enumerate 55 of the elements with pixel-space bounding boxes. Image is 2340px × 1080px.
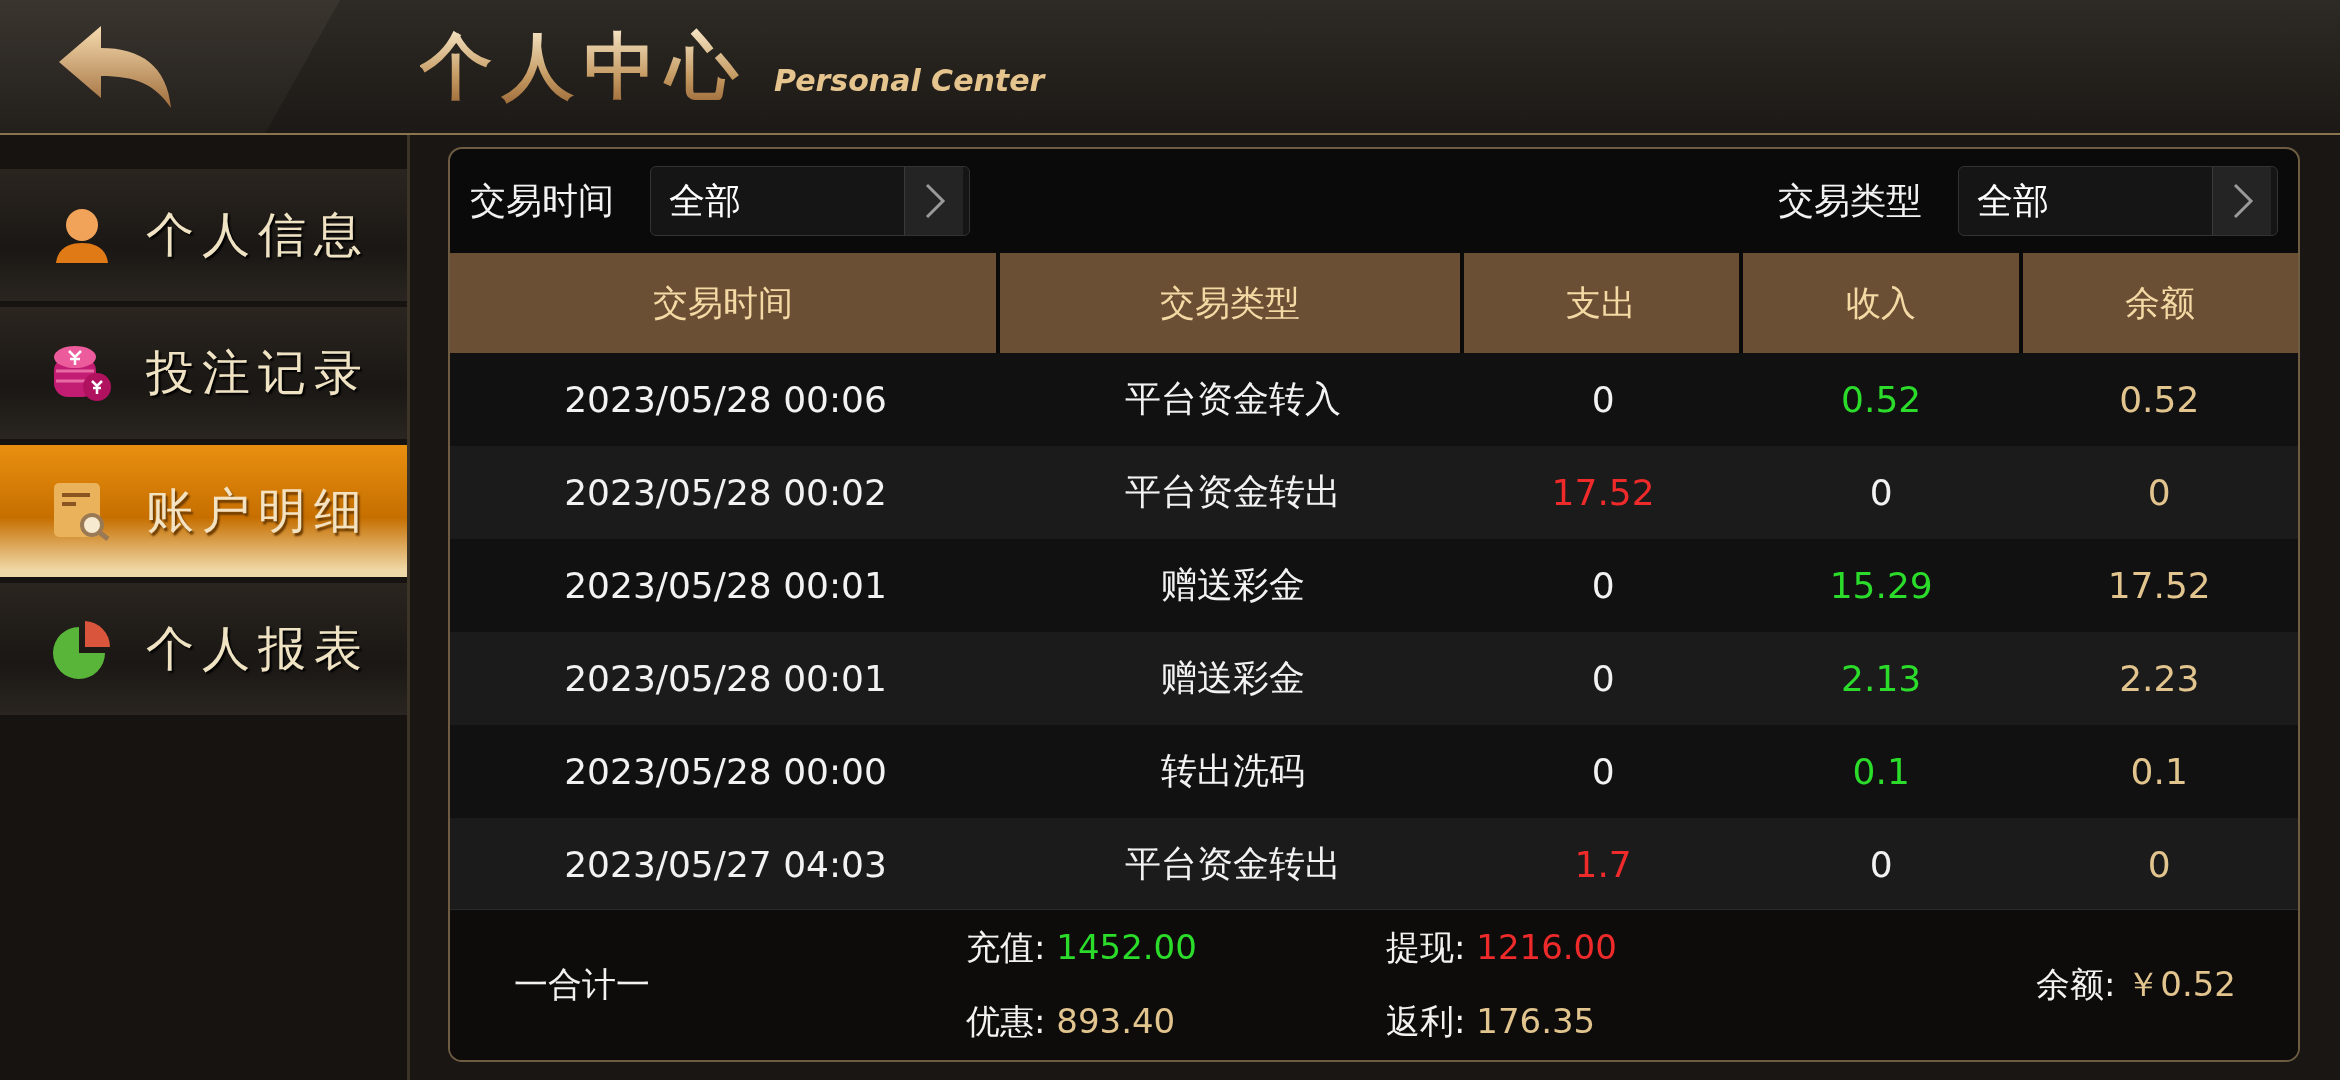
table-cell-text: 2.13 bbox=[1840, 657, 1923, 701]
coins-icon bbox=[52, 343, 112, 403]
table-cell-text: 平台资金转出 bbox=[1123, 470, 1342, 514]
table-cell-text: 2023/05/28 00:06 bbox=[563, 378, 888, 422]
pie-chart-icon bbox=[52, 619, 112, 679]
table-cell-text: 0 bbox=[1590, 750, 1616, 794]
table-cell-text: 17.52 bbox=[2106, 564, 2212, 608]
table-cell-text: 0 bbox=[1590, 378, 1616, 422]
filter-label: 交易时间 bbox=[470, 178, 614, 223]
table-cell-text: 2023/05/28 00:00 bbox=[563, 750, 888, 794]
table-cell-text: 0 bbox=[2146, 471, 2172, 515]
table-cell-text: 17.52 bbox=[1550, 471, 1656, 515]
table-cell-text: 转出洗码 bbox=[1159, 749, 1306, 793]
table-cell-text: 0 bbox=[2146, 843, 2172, 887]
table-cell-text: 2023/05/28 00:02 bbox=[563, 471, 888, 515]
table-cell-text: 0 bbox=[1590, 564, 1616, 608]
document-search-icon bbox=[52, 481, 112, 541]
sidebar-item[interactable]: 个人报表 bbox=[0, 583, 407, 715]
table-cell-text: 平台资金转出 bbox=[1123, 842, 1342, 886]
table-cell-text: 0.52 bbox=[2118, 378, 2201, 422]
table-cell-text: 2023/05/27 04:03 bbox=[563, 843, 888, 887]
chevron-right-icon bbox=[904, 167, 963, 235]
filter-dropdown[interactable]: 全部 bbox=[650, 166, 970, 236]
balance-value: 余额: ￥0.52 bbox=[2036, 963, 2236, 1006]
table-cell-text: 0 bbox=[1868, 843, 1894, 887]
table-cell-text: 2.23 bbox=[2118, 657, 2201, 701]
table-cell-text: 赠送彩金 bbox=[1159, 656, 1306, 700]
table-cell-text: 1.7 bbox=[1573, 843, 1633, 887]
column-header: 交易类型 bbox=[1000, 253, 1460, 353]
summary-value: 充值: 1452.00 bbox=[966, 926, 1198, 969]
total-label: 一合计一 bbox=[514, 963, 651, 1006]
table-cell-text: 0.52 bbox=[1840, 378, 1923, 422]
chevron-right-icon bbox=[2212, 167, 2271, 235]
sidebar-item[interactable]: 个人信息 bbox=[0, 169, 407, 301]
table-cell-text: 0.1 bbox=[2129, 750, 2189, 794]
table-cell-text: 赠送彩金 bbox=[1159, 563, 1306, 607]
filter-label: 交易类型 bbox=[1778, 178, 1922, 223]
summary-value: 优惠: 893.40 bbox=[966, 1000, 1177, 1043]
back-button[interactable] bbox=[0, 0, 340, 133]
sidebar-item[interactable]: 投注记录 bbox=[0, 307, 407, 439]
table-cell-text: 平台资金转入 bbox=[1123, 377, 1342, 421]
filter-dropdown[interactable]: 全部 bbox=[1958, 166, 2278, 236]
table-cell-text: 0.1 bbox=[1851, 750, 1911, 794]
table-cell-text: 0 bbox=[1868, 471, 1894, 515]
column-header: 支出 bbox=[1463, 253, 1739, 353]
table-cell-text: 2023/05/28 00:01 bbox=[563, 564, 888, 608]
table-cell-text: 0 bbox=[1590, 657, 1616, 701]
column-header: 余额 bbox=[2022, 253, 2298, 353]
page-subtitle: Personal Center bbox=[774, 62, 1045, 98]
table-cell-text: 2023/05/28 00:01 bbox=[563, 657, 888, 701]
table-cell-text: 15.29 bbox=[1828, 564, 1934, 608]
column-header: 交易时间 bbox=[450, 253, 997, 353]
summary-value: 返利: 176.35 bbox=[1386, 1000, 1597, 1043]
summary-value: 提现: 1216.00 bbox=[1386, 926, 1618, 969]
column-header: 收入 bbox=[1742, 253, 2019, 353]
